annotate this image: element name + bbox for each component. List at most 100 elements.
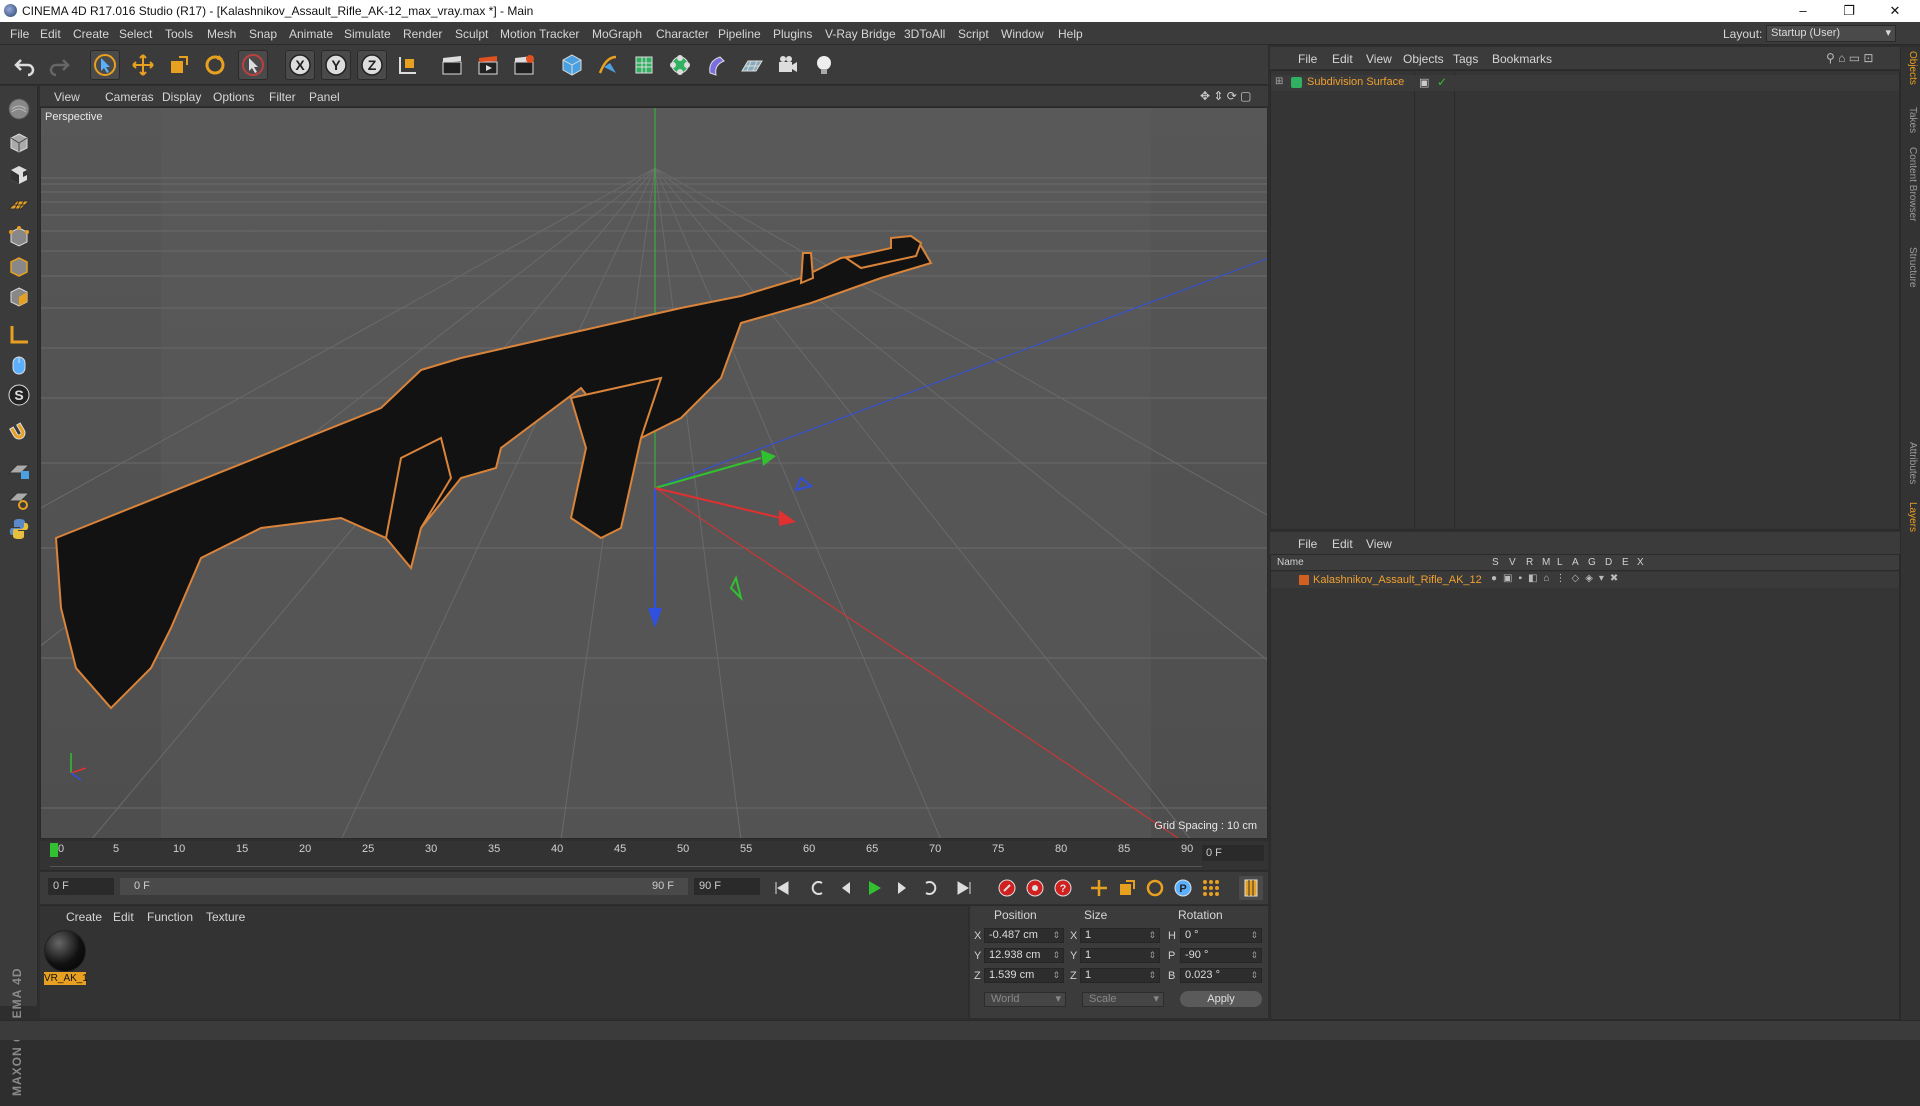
render-to-picture-viewer-button[interactable] (473, 50, 503, 80)
keyframe-selection-button[interactable]: ? (1051, 876, 1075, 900)
position-z-field[interactable]: 1.539 cm ⇕ (984, 968, 1064, 983)
viewport-menu-display[interactable]: Display (162, 90, 201, 104)
cloner-button[interactable] (665, 50, 695, 80)
render-view-button[interactable] (437, 50, 467, 80)
menu-animate[interactable]: Animate (289, 27, 333, 41)
locked-workplane-button[interactable] (4, 454, 34, 484)
end-frame-field[interactable]: 90 F (694, 878, 760, 895)
tab-layers[interactable]: Layers (1907, 502, 1918, 532)
recent-tool-button[interactable] (238, 50, 268, 80)
menu-window[interactable]: Window (1001, 27, 1044, 41)
tab-takes[interactable]: Takes (1907, 107, 1918, 133)
planar-workplane-button[interactable] (4, 484, 34, 514)
menu-edit[interactable]: Edit (40, 27, 61, 41)
y-axis-button[interactable]: Y (321, 50, 351, 80)
points-mode-button[interactable] (4, 222, 34, 252)
size-mode-select[interactable]: Scale ▾ (1082, 992, 1164, 1007)
close-button[interactable]: ✕ (1872, 0, 1918, 22)
timeline[interactable]: 0 5 10 15 20 25 30 35 40 45 50 55 60 65 … (40, 841, 1268, 871)
layer-col-view[interactable]: V (1509, 557, 1516, 568)
layer-tag-icon[interactable]: ▣ (1419, 76, 1429, 89)
cube-button[interactable] (557, 50, 587, 80)
enabled-check-icon[interactable]: ✓ (1437, 75, 1447, 89)
play-button[interactable] (862, 876, 886, 900)
layer-col-name[interactable]: Name (1277, 557, 1304, 568)
tab-attributes[interactable]: Attributes (1907, 442, 1918, 484)
layer-col-manager[interactable]: M (1542, 557, 1550, 568)
axis-mode-button[interactable] (4, 320, 34, 350)
solo-button[interactable]: S (4, 380, 34, 410)
workplane-button[interactable] (4, 190, 34, 220)
menu-3dtoall[interactable]: 3DToAll (904, 27, 945, 41)
material-menu-function[interactable]: Function (147, 910, 193, 924)
pen-spline-button[interactable] (593, 50, 623, 80)
object-menu-objects[interactable]: Objects (1403, 52, 1444, 66)
texture-mode-button[interactable] (4, 160, 34, 190)
viewport-menu-panel[interactable]: Panel (309, 90, 340, 104)
rotation-b-field[interactable]: 0.023 ° ⇕ (1180, 968, 1262, 983)
layer-col-xref[interactable]: X (1637, 557, 1644, 568)
menu-plugins[interactable]: Plugins (773, 27, 812, 41)
layer-col-deformers[interactable]: D (1605, 557, 1612, 568)
viewport-menu-view[interactable]: View (54, 90, 80, 104)
restore-button[interactable]: ❐ (1826, 0, 1872, 22)
playhead[interactable] (50, 843, 58, 857)
go-to-end-button[interactable] (952, 876, 976, 900)
rotation-h-field[interactable]: 0 ° ⇕ (1180, 928, 1262, 943)
size-x-field[interactable]: 1 ⇕ (1080, 928, 1160, 943)
menu-character[interactable]: Character (656, 27, 709, 41)
current-frame-field[interactable]: 0 F (1202, 845, 1264, 861)
menu-script[interactable]: Script (958, 27, 989, 41)
menu-mograph[interactable]: MoGraph (592, 27, 642, 41)
menu-simulate[interactable]: Simulate (344, 27, 391, 41)
object-menu-bookmarks[interactable]: Bookmarks (1492, 52, 1552, 66)
object-menu-file[interactable]: File (1298, 52, 1317, 66)
previous-frame-button[interactable] (834, 876, 858, 900)
menu-render[interactable]: Render (403, 27, 442, 41)
point-level-animation-button[interactable] (1199, 876, 1223, 900)
material-menu-texture[interactable]: Texture (206, 910, 245, 924)
model-mode-button[interactable] (4, 128, 34, 158)
expand-icon[interactable]: ⊞ (1275, 76, 1283, 87)
scale-tool-button[interactable] (164, 50, 194, 80)
menu-select[interactable]: Select (119, 27, 152, 41)
coordinate-space-select[interactable]: World ▾ (984, 992, 1066, 1007)
position-key-button[interactable] (1087, 876, 1111, 900)
rotation-p-field[interactable]: -90 ° ⇕ (1180, 948, 1262, 963)
next-frame-button[interactable] (890, 876, 914, 900)
tweak-mode-button[interactable] (4, 350, 34, 380)
scale-key-button[interactable] (1115, 876, 1139, 900)
layer-col-render[interactable]: R (1526, 557, 1533, 568)
light-button[interactable] (809, 50, 839, 80)
record-active-objects-button[interactable] (995, 876, 1019, 900)
object-menu-tags[interactable]: Tags (1453, 52, 1478, 66)
polygons-mode-button[interactable] (4, 282, 34, 312)
object-row-subdivision-surface[interactable]: ⊞ Subdivision Surface ▣ ✓ (1271, 75, 1899, 91)
next-key-button[interactable] (918, 876, 942, 900)
python-button[interactable] (4, 514, 34, 544)
menu-mesh[interactable]: Mesh (207, 27, 236, 41)
material-menu-create[interactable]: Create (66, 910, 102, 924)
snap-button[interactable] (4, 418, 34, 448)
viewport-menu-filter[interactable]: Filter (269, 90, 296, 104)
menu-snap[interactable]: Snap (249, 27, 277, 41)
parameter-key-button[interactable]: P (1171, 876, 1195, 900)
layer-col-generators[interactable]: G (1588, 557, 1596, 568)
viewport-menu-cameras[interactable]: Cameras (105, 90, 154, 104)
layer-row[interactable]: Kalashnikov_Assault_Rifle_AK_12 ●▣▪◧⌂⋮◇◈… (1271, 572, 1899, 588)
size-y-field[interactable]: 1 ⇕ (1080, 948, 1160, 963)
menu-motion-tracker[interactable]: Motion Tracker (500, 27, 579, 41)
edges-mode-button[interactable] (4, 252, 34, 282)
position-x-field[interactable]: -0.487 cm ⇕ (984, 928, 1064, 943)
menu-pipeline[interactable]: Pipeline (718, 27, 761, 41)
layer-col-locked[interactable]: L (1557, 557, 1563, 568)
start-frame-field[interactable]: 0 F (48, 878, 114, 895)
rotation-key-button[interactable] (1143, 876, 1167, 900)
rotate-tool-button[interactable] (200, 50, 230, 80)
x-axis-button[interactable]: X (285, 50, 315, 80)
perspective-viewport[interactable]: Perspective Grid Spacing : 10 cm (40, 107, 1268, 839)
menu-file[interactable]: File (10, 27, 29, 41)
material-menu-edit[interactable]: Edit (113, 910, 134, 924)
make-editable-button[interactable] (4, 94, 34, 124)
object-menu-edit[interactable]: Edit (1332, 52, 1353, 66)
